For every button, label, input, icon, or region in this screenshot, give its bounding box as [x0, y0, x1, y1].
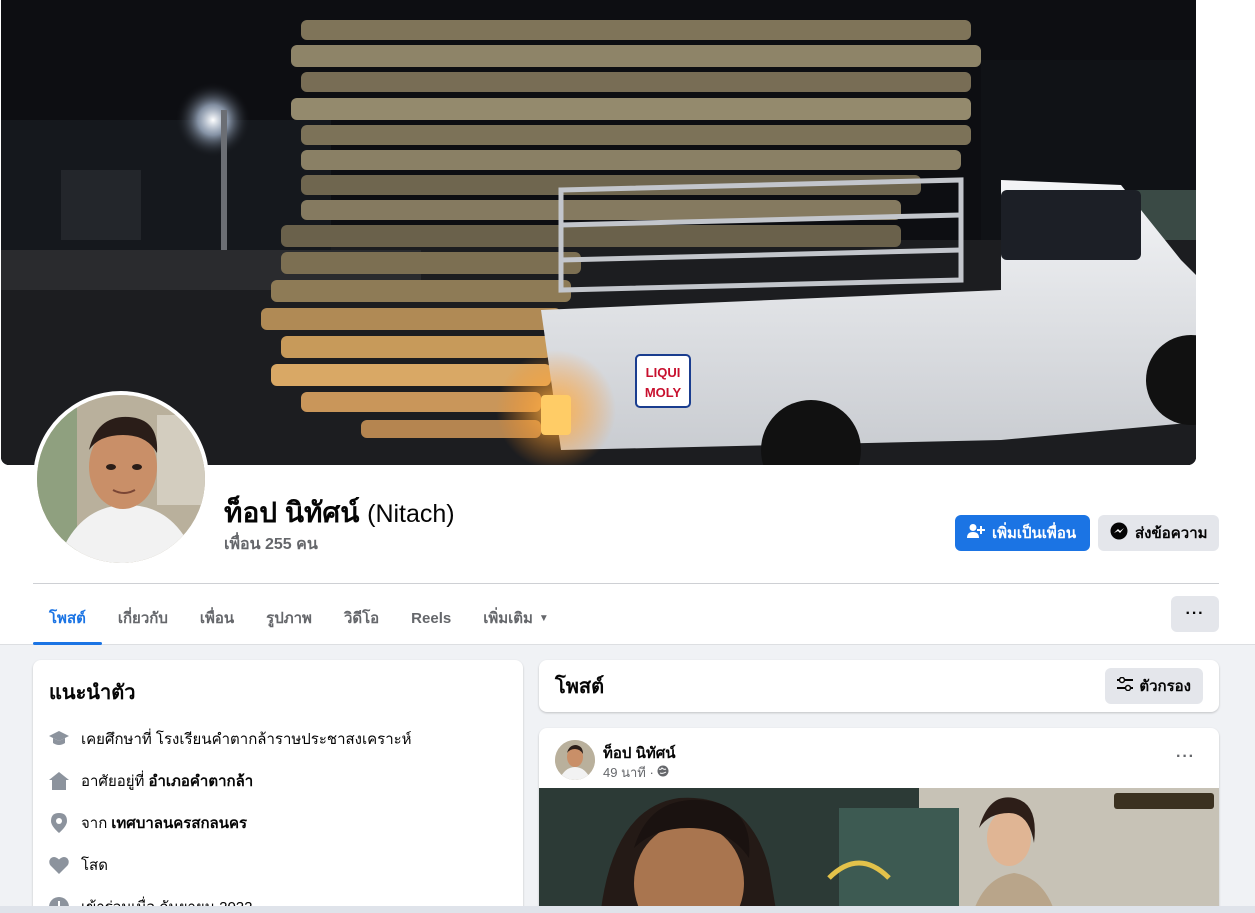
- post-time[interactable]: 49 นาที ·: [603, 762, 654, 783]
- profile-alternate-name: (Nitach): [367, 500, 455, 528]
- intro-item-from-link[interactable]: เทศบาลนครสกลนคร: [111, 811, 247, 835]
- cover-photo[interactable]: LIQUI MOLY: [1, 0, 1196, 465]
- profile-tabs: โพสต์ เกี่ยวกับ เพื่อน รูปภาพ วิดีโอ Ree…: [33, 592, 565, 645]
- intro-item-relationship-text: โสด: [81, 857, 108, 874]
- add-friend-label: เพิ่มเป็นเพื่อน: [992, 525, 1077, 542]
- messenger-icon: [1110, 522, 1128, 544]
- post-meta: 49 นาที ·: [603, 762, 669, 783]
- caret-down-icon: ▼: [538, 612, 549, 624]
- tab-friends[interactable]: เพื่อน: [184, 592, 250, 644]
- heart-icon: [49, 855, 69, 875]
- tab-about[interactable]: เกี่ยวกับ: [102, 592, 184, 644]
- post-options-button[interactable]: ···: [1176, 748, 1195, 766]
- location-pin-icon: [49, 813, 69, 833]
- send-message-button[interactable]: ส่งข้อความ: [1098, 515, 1219, 551]
- tab-more[interactable]: เพิ่มเติม ▼: [467, 592, 565, 644]
- tab-videos[interactable]: วิดีโอ: [328, 592, 395, 644]
- tab-reels[interactable]: Reels: [395, 592, 467, 644]
- intro-item-from: จาก เทศบาลนครสกลนคร: [49, 802, 507, 844]
- cover-photo-illustration: LIQUI MOLY: [1, 0, 1196, 465]
- profile-header: LIQUI MOLY ท็อป นิทัศน์ (Nitach) เพื่อน …: [0, 0, 1255, 645]
- tab-more-label: เพิ่มเติม: [483, 610, 533, 627]
- page-bottom-edge: [0, 906, 1255, 913]
- intro-item-relationship: โสด: [49, 844, 507, 886]
- intro-title: แนะนำตัว: [49, 682, 136, 704]
- posts-header-card: โพสต์ ตัวกรอง: [539, 660, 1219, 712]
- profile-name-text: ท็อป นิทัศน์: [224, 497, 360, 528]
- add-friend-icon: [967, 523, 985, 543]
- intro-item-lives-in: อาศัยอยู่ที่ อำเภอคำตากล้า: [49, 760, 507, 802]
- profile-avatar[interactable]: [33, 391, 209, 567]
- add-friend-button[interactable]: เพิ่มเป็นเพื่อน: [955, 515, 1090, 551]
- post-image[interactable]: [539, 788, 1219, 913]
- friends-count-link[interactable]: เพื่อน 255 คน: [224, 532, 318, 557]
- globe-icon: [657, 765, 669, 780]
- tab-photos[interactable]: รูปภาพ: [250, 592, 328, 644]
- tab-posts-label: โพสต์: [49, 610, 86, 627]
- filter-icon: [1117, 676, 1134, 695]
- graduation-cap-icon: [49, 729, 69, 749]
- filter-label: ตัวกรอง: [1139, 678, 1191, 695]
- tab-about-label: เกี่ยวกับ: [117, 610, 168, 627]
- post-author-avatar[interactable]: [555, 740, 595, 780]
- post-card: ท็อป นิทัศน์ 49 นาที · ···: [539, 728, 1219, 913]
- intro-card: แนะนำตัว เคยศึกษาที่ โรงเรียนคำตากล้าราษ…: [33, 660, 523, 913]
- send-message-label: ส่งข้อความ: [1135, 525, 1208, 542]
- intro-item-education-text: เคยศึกษาที่ โรงเรียนคำตากล้าราษประชาสงเค…: [81, 731, 412, 748]
- tab-friends-label: เพื่อน: [199, 610, 235, 627]
- tab-photos-label: รูปภาพ: [266, 610, 312, 627]
- tab-reels-label: Reels: [411, 609, 452, 627]
- intro-item-education: เคยศึกษาที่ โรงเรียนคำตากล้าราษประชาสงเค…: [49, 718, 507, 760]
- tab-videos-label: วิดีโอ: [343, 610, 380, 627]
- home-icon: [49, 771, 69, 791]
- profile-more-button[interactable]: ···: [1171, 596, 1219, 632]
- intro-item-lives-in-prefix: อาศัยอยู่ที่: [81, 773, 145, 790]
- posts-title: โพสต์: [555, 676, 605, 698]
- profile-avatar-image: [37, 395, 205, 563]
- tab-posts[interactable]: โพสต์: [33, 592, 102, 645]
- profile-name: ท็อป นิทัศน์ (Nitach): [224, 491, 455, 535]
- svg-text:LIQUI: LIQUI: [646, 365, 681, 380]
- filter-button[interactable]: ตัวกรอง: [1105, 668, 1203, 704]
- header-divider: [33, 583, 1219, 584]
- svg-text:MOLY: MOLY: [645, 385, 682, 400]
- intro-item-lives-in-link[interactable]: อำเภอคำตากล้า: [148, 769, 253, 793]
- intro-item-from-prefix: จาก: [81, 815, 108, 832]
